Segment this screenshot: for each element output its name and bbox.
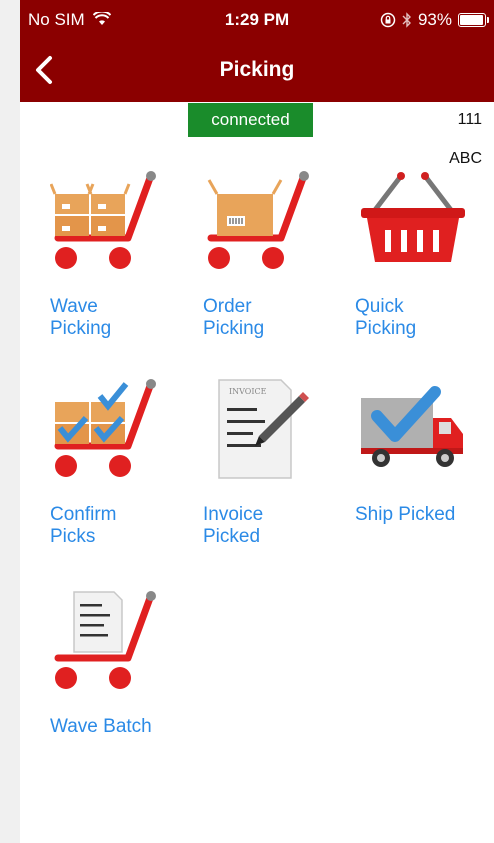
tile-label: Wave Batch — [50, 716, 152, 737]
device-number: 111 — [457, 111, 482, 128]
invoice-picked-tile[interactable]: INVOICE Invoice Picked — [203, 378, 343, 547]
tile-label: Quick Picking — [355, 296, 417, 339]
tile-label: Invoice Picked — [203, 504, 264, 547]
wave-picking-tile[interactable]: Wave Picking — [50, 170, 190, 339]
confirm-picks-tile[interactable]: Confirm Picks — [50, 378, 190, 547]
ship-picked-tile[interactable]: Ship Picked — [355, 378, 494, 525]
page-title: Picking — [219, 58, 295, 81]
tile-label: Wave Picking — [50, 296, 112, 339]
order-picking-cart-icon — [207, 171, 309, 269]
status-bar: No SIM 1:29 PM 93% — [20, 0, 494, 40]
wave-picking-cart-icon — [50, 171, 156, 269]
device-code: ABC — [449, 150, 482, 167]
bluetooth-icon — [402, 12, 411, 28]
invoice-icon: INVOICE — [218, 379, 309, 479]
connection-status-badge: connected — [188, 103, 313, 137]
nav-bar: Picking — [20, 40, 494, 102]
confirm-picks-cart-icon — [54, 379, 156, 477]
basket-icon — [361, 172, 465, 262]
tile-label: Order Picking — [203, 296, 265, 339]
svg-text:INVOICE: INVOICE — [229, 387, 267, 396]
tile-label: Confirm Picks — [50, 504, 117, 547]
status-icons: 93% — [380, 10, 489, 30]
tile-label: Ship Picked — [355, 504, 456, 525]
wave-batch-cart-icon — [54, 591, 156, 689]
order-picking-tile[interactable]: Order Picking — [203, 170, 343, 339]
wave-batch-tile[interactable]: Wave Batch — [50, 590, 190, 737]
quick-picking-tile[interactable]: Quick Picking — [355, 170, 494, 339]
battery-percent: 93% — [417, 10, 452, 29]
delivery-truck-icon — [361, 386, 463, 467]
rotation-lock-icon — [380, 12, 396, 28]
battery-icon — [458, 13, 489, 27]
